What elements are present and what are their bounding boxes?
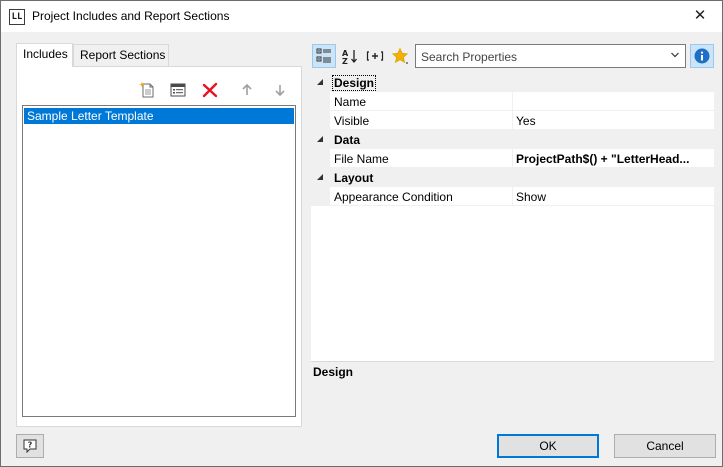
move-down-icon [275,85,285,97]
row-gutter [311,187,330,206]
svg-text:Z: Z [342,57,348,64]
project-includes-dialog: LL Project Includes and Report Sections … [0,0,723,467]
description-pane: Design [311,361,714,423]
column-divider [512,111,513,130]
move-up-button[interactable] [236,79,258,101]
property-value[interactable]: ProjectPath$() + "LetterHead... [516,152,712,166]
info-button[interactable] [690,44,714,68]
includes-list[interactable]: Sample Letter Template [22,105,296,417]
expand-all-icon [366,51,384,61]
row-gutter [311,149,330,168]
collapse-triangle-icon[interactable] [316,135,324,143]
tab-report-sections[interactable]: Report Sections [73,44,169,66]
help-icon: ? [23,439,37,454]
new-include-button[interactable] [137,79,159,101]
property-name: Visible [334,114,370,128]
svg-text:?: ? [28,441,33,450]
property-value[interactable]: Yes [516,114,712,128]
collapse-triangle-icon[interactable] [316,78,324,86]
category-label: Layout [334,171,374,185]
delete-button[interactable] [199,79,221,101]
edit-properties-icon [170,83,186,97]
row-gutter [311,92,330,111]
category-layout[interactable]: Layout [311,168,714,187]
close-button[interactable]: ✕ [678,1,722,32]
list-item[interactable]: Sample Letter Template [24,108,294,124]
categorized-view-icon [316,48,331,63]
help-button[interactable]: ? [16,434,44,458]
move-up-icon [242,83,252,95]
category-label: Design [331,75,377,91]
favorites-button[interactable] [388,44,412,68]
category-design[interactable]: Design [311,73,714,92]
title-bar: LL Project Includes and Report Sections … [1,1,722,32]
collapse-triangle-icon[interactable] [316,173,324,181]
property-row-name[interactable]: Name [311,92,714,111]
property-row-appearance-condition[interactable]: Appearance Condition Show [311,187,714,206]
tab-includes[interactable]: Includes [16,43,73,67]
app-logo-icon: LL [9,9,25,25]
category-data[interactable]: Data [311,130,714,149]
move-down-button[interactable] [269,79,291,101]
new-include-icon [139,82,154,98]
column-divider [512,187,513,206]
property-name: Name [334,95,367,109]
window-title: Project Includes and Report Sections [32,9,230,23]
ok-button[interactable]: OK [497,434,599,458]
cancel-button[interactable]: Cancel [614,434,716,458]
expand-all-button[interactable] [363,44,387,68]
info-icon [694,48,710,64]
property-name: Appearance Condition [334,190,453,204]
sort-alphabetical-button[interactable]: A Z [338,44,362,68]
property-grid: Design Name Visible Yes Data File Name P… [311,73,714,361]
categorized-view-button[interactable] [312,44,336,68]
row-gutter [311,111,330,130]
delete-icon [202,82,218,98]
description-title: Design [313,365,354,379]
column-divider [512,149,513,168]
sort-alphabetical-icon: A Z [342,49,357,64]
property-row-file-name[interactable]: File Name ProjectPath$() + "LetterHead..… [311,149,714,168]
column-divider [512,92,513,111]
edit-properties-button[interactable] [167,79,189,101]
search-placeholder: Search Properties [421,50,518,64]
chevron-down-icon[interactable] [670,50,680,60]
search-properties-combobox[interactable]: Search Properties [415,44,686,68]
favorites-star-icon [391,47,409,64]
category-label: Data [334,133,361,147]
property-value[interactable]: Show [516,190,712,204]
property-row-visible[interactable]: Visible Yes [311,111,714,130]
property-name: File Name [334,152,389,166]
